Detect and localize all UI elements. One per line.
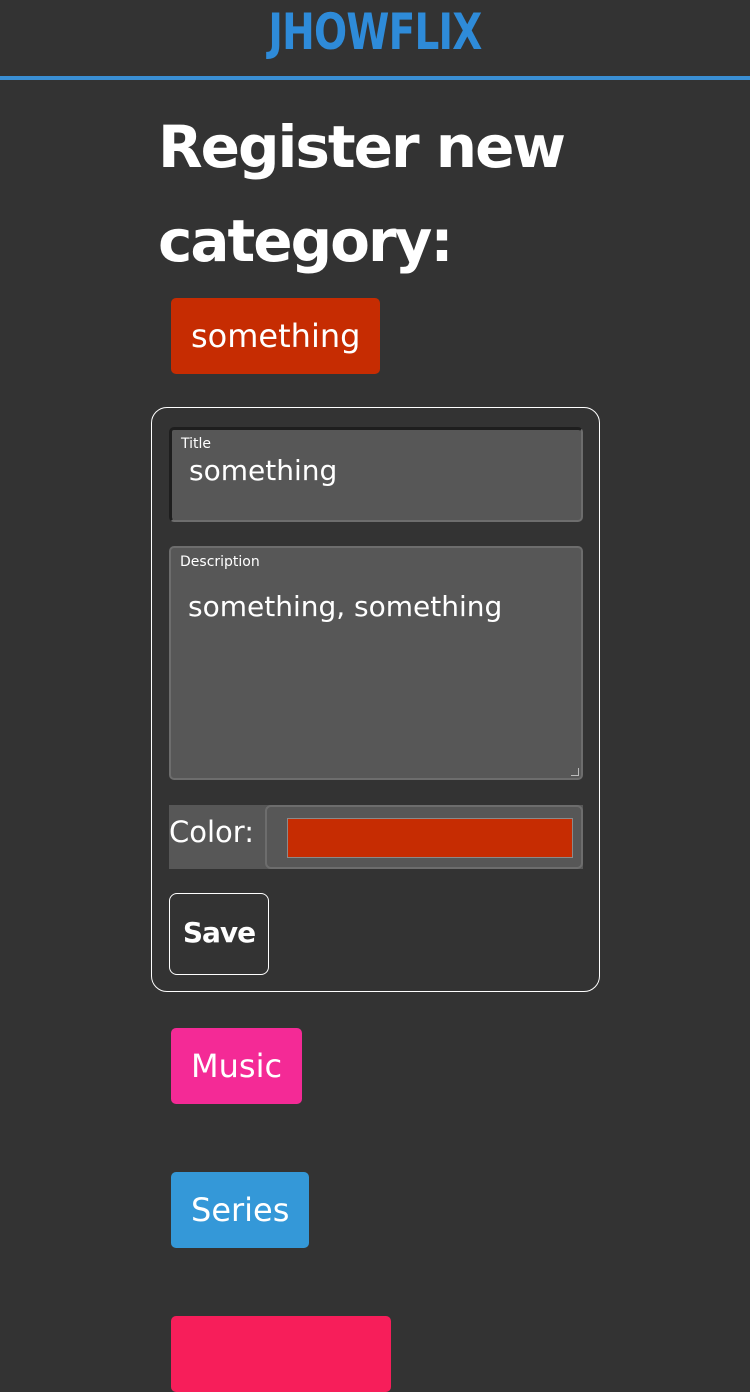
app-logo[interactable]: JHOWFLIX bbox=[83, 2, 668, 62]
title-field-label: Title bbox=[181, 436, 212, 452]
category-preview-chip: something bbox=[171, 298, 381, 374]
color-swatch[interactable] bbox=[287, 818, 573, 858]
description-textarea[interactable]: something, something bbox=[188, 590, 502, 623]
description-field-label: Description bbox=[180, 554, 260, 570]
app-header: JHOWFLIX bbox=[0, 0, 750, 80]
save-button[interactable]: Save bbox=[169, 893, 269, 975]
category-chip-music[interactable]: Music bbox=[171, 1028, 303, 1104]
resize-grip-icon[interactable] bbox=[571, 768, 579, 776]
color-picker[interactable] bbox=[265, 805, 583, 869]
title-input[interactable]: something bbox=[189, 454, 337, 487]
title-field[interactable]: Title something bbox=[169, 427, 583, 522]
page-title: Register new category: bbox=[158, 113, 566, 275]
category-chip-series[interactable]: Series bbox=[171, 1172, 310, 1248]
color-row: Color: bbox=[169, 805, 583, 869]
description-field[interactable]: Description something, something bbox=[169, 546, 583, 780]
category-form: Title something Description something, s… bbox=[151, 407, 600, 992]
category-chip[interactable] bbox=[171, 1316, 391, 1392]
color-label: Color: bbox=[169, 815, 254, 849]
